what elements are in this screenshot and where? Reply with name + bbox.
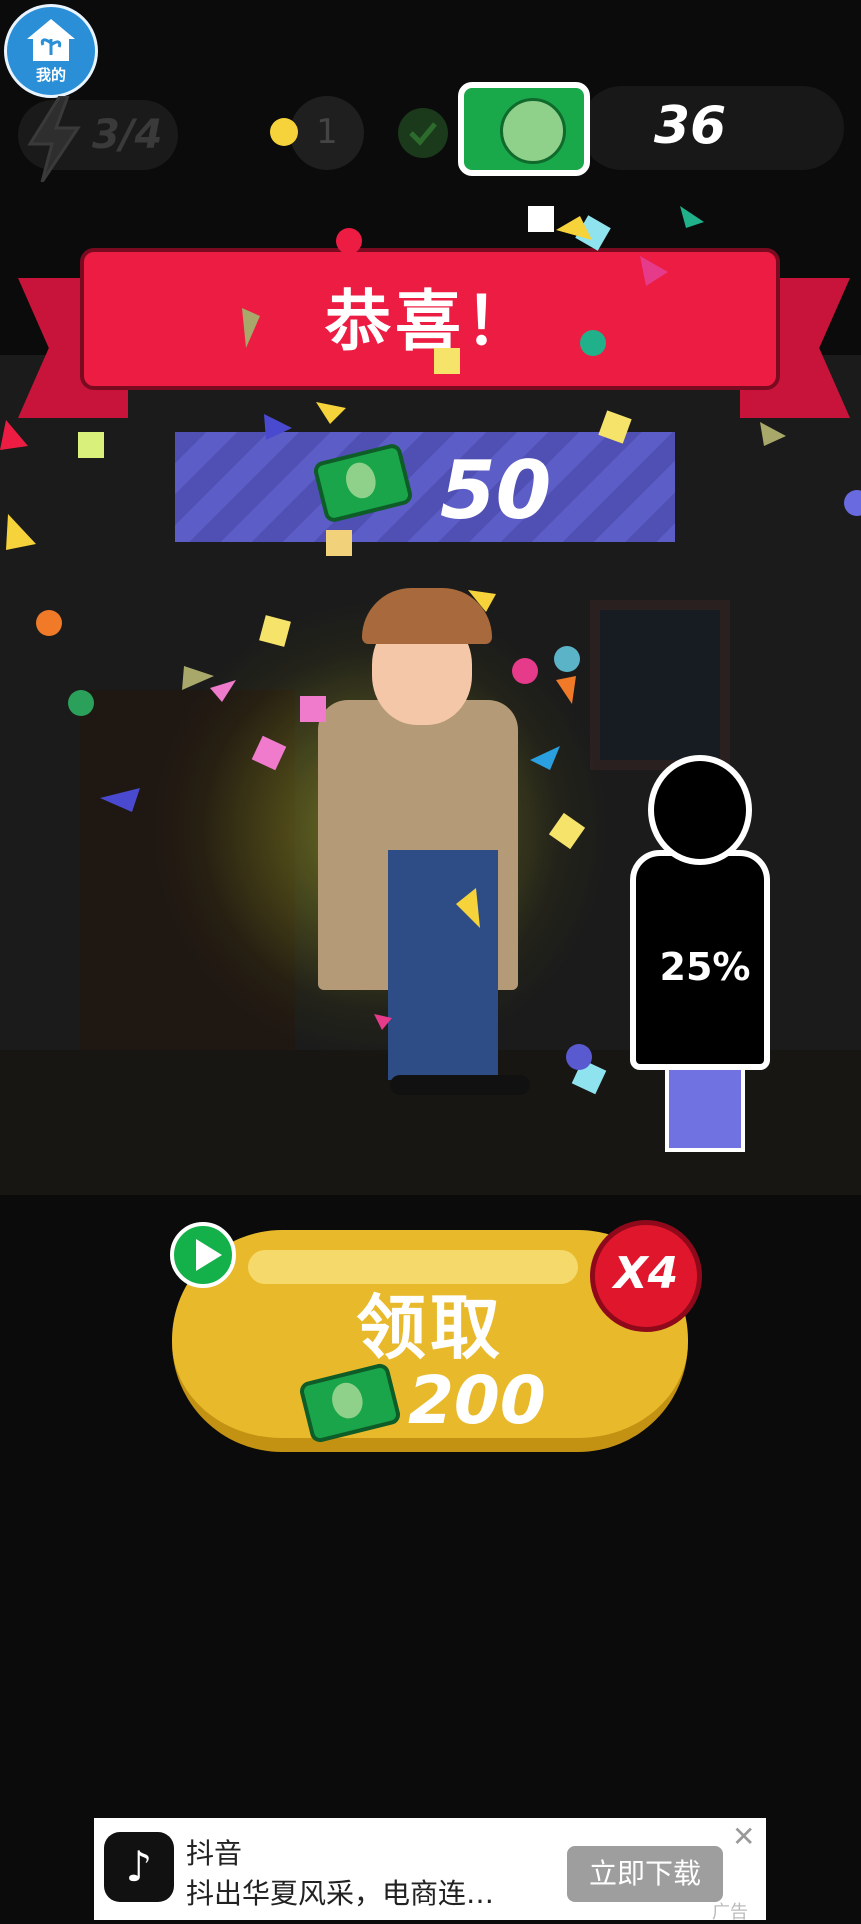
- confetti-triangles: [0, 206, 786, 1030]
- claim-amount: 200: [408, 1362, 546, 1439]
- ad-close-icon[interactable]: ✕: [732, 1820, 755, 1853]
- ad-tag: 广告: [712, 1902, 748, 1923]
- video-play-icon[interactable]: [170, 1222, 236, 1288]
- multiplier-text: X4: [613, 1248, 679, 1299]
- tiktok-logo-icon: ♪: [104, 1832, 174, 1902]
- ad-download-button[interactable]: 立即下载: [567, 1846, 723, 1902]
- ad-app-name: 抖音: [186, 1837, 243, 1870]
- ad-description: 抖出华夏风采，电商连…: [186, 1877, 495, 1910]
